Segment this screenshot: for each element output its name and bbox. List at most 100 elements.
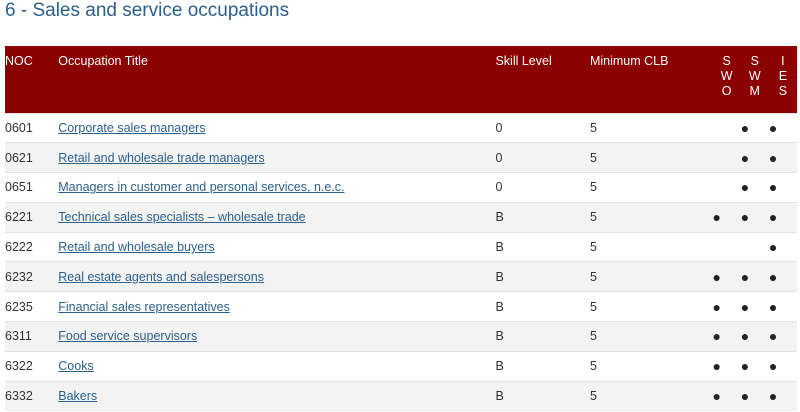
header-minimum-clb[interactable]: Minimum CLB	[590, 46, 713, 113]
ies-indicator: ●	[768, 321, 797, 352]
swo-indicator: ●	[712, 350, 741, 382]
bullet-icon: ●	[740, 119, 750, 136]
swo-indicator: ●	[712, 380, 741, 411]
bullet-icon: ●	[768, 268, 778, 285]
occupation-link[interactable]: Real estate agents and salespersons	[58, 270, 264, 284]
occupation-link[interactable]: Financial sales representatives	[58, 300, 230, 314]
swo-indicator	[712, 172, 741, 203]
bullet-icon: ●	[768, 358, 778, 375]
bullet-icon: ●	[740, 209, 750, 226]
swm-indicator: ●	[740, 172, 769, 203]
occupation-link[interactable]: Retail and wholesale trade managers	[58, 151, 264, 165]
header-swm-letter: S	[750, 54, 759, 68]
header-swo-letter: O	[721, 84, 732, 98]
bullet-icon: ●	[740, 358, 750, 375]
header-swm[interactable]: S W M	[741, 46, 769, 113]
bullet-icon: ●	[768, 328, 778, 345]
header-swo[interactable]: S W O	[713, 46, 741, 113]
occupation-link[interactable]: Bakers	[58, 389, 97, 403]
ies-indicator: ●	[768, 380, 797, 411]
swm-indicator: ●	[740, 261, 769, 292]
noc-code: 0601	[5, 112, 59, 143]
header-swm-letter: M	[749, 84, 760, 98]
skill-level: B	[495, 321, 590, 352]
minimum-clb: 5	[589, 172, 713, 203]
table-row: 6232 Real estate agents and salespersons…	[5, 261, 797, 292]
occupation-link[interactable]: Managers in customer and personal servic…	[58, 180, 344, 194]
swo-indicator	[712, 112, 741, 143]
table-row: 0621 Retail and wholesale trade managers…	[5, 142, 797, 173]
swo-indicator: ●	[712, 321, 741, 352]
table-header-row: NOC Occupation Title Skill Level Minimum…	[5, 46, 797, 113]
skill-level: B	[495, 350, 590, 382]
occupations-table: NOC Occupation Title Skill Level Minimum…	[5, 46, 797, 411]
minimum-clb: 5	[589, 231, 713, 262]
ies-indicator: ●	[768, 201, 797, 233]
occupation-link[interactable]: Retail and wholesale buyers	[58, 240, 214, 254]
bullet-icon: ●	[740, 328, 750, 345]
bullet-icon: ●	[740, 179, 750, 196]
bullet-icon: ●	[768, 388, 778, 405]
noc-code: 6322	[5, 350, 59, 382]
occupation-link[interactable]: Corporate sales managers	[58, 121, 205, 135]
bullet-icon: ●	[740, 388, 750, 405]
bullet-icon: ●	[768, 179, 778, 196]
occupation-title-cell: Food service supervisors	[58, 321, 496, 352]
minimum-clb: 5	[589, 142, 713, 173]
skill-level: B	[495, 261, 590, 292]
occupation-link[interactable]: Technical sales specialists – wholesale …	[58, 210, 305, 224]
minimum-clb: 5	[589, 321, 713, 352]
table-row: 0651 Managers in customer and personal s…	[5, 172, 797, 203]
bullet-icon: ●	[768, 119, 778, 136]
header-swm-letter: W	[748, 69, 761, 83]
occupation-title-cell: Retail and wholesale buyers	[58, 231, 496, 262]
occupation-title-cell: Retail and wholesale trade managers	[58, 142, 496, 173]
minimum-clb: 5	[589, 350, 713, 382]
header-skill-level[interactable]: Skill Level	[495, 46, 589, 113]
swm-indicator: ●	[740, 291, 769, 322]
noc-code: 0651	[5, 172, 59, 203]
ies-indicator: ●	[768, 231, 797, 262]
bullet-icon: ●	[768, 298, 778, 315]
occupation-link[interactable]: Food service supervisors	[58, 329, 197, 343]
swm-indicator: ●	[740, 142, 769, 173]
ies-indicator: ●	[768, 112, 797, 143]
ies-indicator: ●	[768, 142, 797, 173]
header-swo-letter: S	[722, 54, 731, 68]
swo-indicator: ●	[712, 201, 741, 233]
page-title: 6 - Sales and service occupations	[5, 0, 290, 21]
header-noc[interactable]: NOC	[5, 46, 58, 113]
noc-code: 6232	[5, 261, 59, 292]
bullet-icon: ●	[768, 209, 778, 226]
bullet-icon: ●	[712, 358, 722, 375]
minimum-clb: 5	[589, 291, 713, 322]
occupation-title-cell: Financial sales representatives	[58, 291, 496, 322]
ies-indicator: ●	[768, 172, 797, 203]
header-ies-letter: E	[778, 69, 788, 83]
swo-indicator	[712, 231, 741, 262]
swm-indicator: ●	[740, 380, 769, 411]
occupation-title-cell: Managers in customer and personal servic…	[58, 172, 496, 203]
minimum-clb: 5	[589, 380, 713, 411]
occupation-title-cell: Technical sales specialists – wholesale …	[58, 201, 496, 233]
skill-level: B	[495, 231, 590, 262]
table-row: 6332 Bakers B 5 ● ● ●	[5, 380, 797, 411]
swo-indicator: ●	[712, 291, 741, 322]
skill-level: 0	[495, 142, 590, 173]
swo-indicator: ●	[712, 261, 741, 292]
bullet-icon: ●	[712, 209, 722, 226]
swm-indicator: ●	[740, 321, 769, 352]
minimum-clb: 5	[589, 201, 713, 233]
ies-indicator: ●	[768, 291, 797, 322]
header-ies[interactable]: I E S	[769, 46, 797, 113]
ies-indicator: ●	[768, 350, 797, 382]
header-occupation-title[interactable]: Occupation Title	[58, 46, 495, 113]
occupation-title-cell: Bakers	[58, 380, 496, 411]
bullet-icon: ●	[712, 328, 722, 345]
occupation-link[interactable]: Cooks	[58, 359, 93, 373]
noc-code: 0621	[5, 142, 59, 173]
swm-indicator: ●	[740, 112, 769, 143]
skill-level: B	[495, 201, 590, 233]
bullet-icon: ●	[740, 149, 750, 166]
bullet-icon: ●	[740, 268, 750, 285]
